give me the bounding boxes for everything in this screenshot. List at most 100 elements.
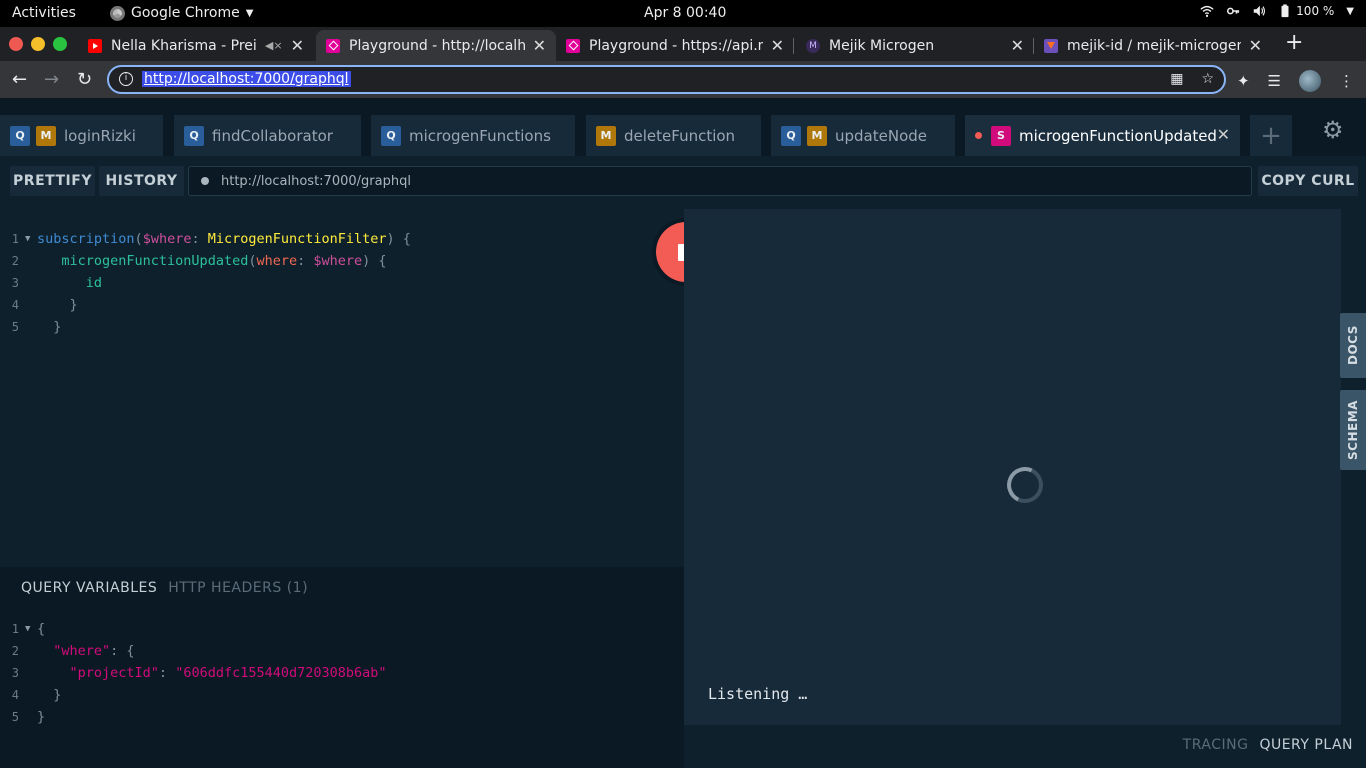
close-tab-icon[interactable]: ✕ xyxy=(291,36,304,55)
address-url[interactable]: http://localhost:7000/graphql xyxy=(142,71,351,87)
tab-findCollaborator[interactable]: Q findCollaborator xyxy=(174,115,361,156)
code-line: 3 id xyxy=(0,272,102,294)
browser-tab[interactable]: mejik-id / mejik-microgen ✕ xyxy=(1034,30,1272,61)
result-footer: TRACING QUERY PLAN xyxy=(1183,737,1353,753)
new-tab-button[interactable]: + xyxy=(1285,30,1303,55)
tab-title: updateNode xyxy=(835,126,927,145)
close-tab-icon[interactable]: ✕ xyxy=(1249,36,1262,55)
loading-spinner-icon xyxy=(1001,461,1049,509)
docs-side-tab[interactable]: DOCS xyxy=(1340,313,1366,378)
chrome-menu-icon[interactable]: ⋮ xyxy=(1339,72,1354,90)
forward-arrow-icon[interactable]: → xyxy=(44,69,59,90)
query-badge: Q xyxy=(781,125,801,146)
tab-microgenFunctionUpdated[interactable]: S microgenFunctionUpdated ✕ xyxy=(965,115,1240,156)
gitlab-icon xyxy=(1044,38,1058,53)
browser-toolbar: ← → ↻ i http://localhost:7000/graphql ▦ … xyxy=(0,61,1366,98)
system-tray[interactable]: 100 % ▼ xyxy=(1200,4,1354,18)
browser-tab-title: Playground - http://localh xyxy=(349,37,525,54)
code-line: 2 microgenFunctionUpdated(where: $where)… xyxy=(0,250,387,272)
add-tab-button[interactable]: + xyxy=(1250,115,1292,156)
line-number: 4 xyxy=(11,298,19,312)
endpoint-url: http://localhost:7000/graphql xyxy=(221,173,411,189)
query-editor[interactable]: 1 ▼ subscription($where: MicrogenFunctionF… xyxy=(0,209,684,567)
close-tab-icon[interactable]: ✕ xyxy=(1217,125,1230,144)
code-line: 4 } xyxy=(0,294,78,316)
mute-icon[interactable]: ◀× xyxy=(265,39,283,52)
minimize-window-button[interactable] xyxy=(31,37,45,51)
browser-tab[interactable]: M Mejik Microgen ✕ xyxy=(796,30,1034,61)
tab-microgenFunctions[interactable]: Q microgenFunctions xyxy=(371,115,575,156)
query-badge: Q xyxy=(10,125,30,146)
json-key: "projectId" xyxy=(69,665,159,681)
subscription-status: Listening … xyxy=(708,685,808,703)
app-menu[interactable]: Google Chrome ▼ xyxy=(110,5,253,21)
browser-tab-strip: Nella Kharisma - Prei K ◀× ✕ Playground … xyxy=(0,27,1366,61)
address-bar[interactable]: i http://localhost:7000/graphql ▦ ☆ xyxy=(107,65,1226,94)
tab-updateNode[interactable]: Q M updateNode xyxy=(771,115,955,156)
graphql-icon xyxy=(326,38,340,53)
maximize-window-button[interactable] xyxy=(53,37,67,51)
browser-tab-title: Mejik Microgen xyxy=(829,37,935,54)
profile-avatar[interactable] xyxy=(1299,70,1321,92)
close-tab-icon[interactable]: ✕ xyxy=(1011,36,1024,55)
line-number: 1 xyxy=(11,232,19,246)
qr-code-icon[interactable]: ▦ xyxy=(1170,71,1183,87)
field-token: id xyxy=(85,275,103,291)
back-arrow-icon[interactable]: ← xyxy=(12,69,27,90)
endpoint-input[interactable]: http://localhost:7000/graphql xyxy=(188,166,1252,196)
fold-arrow-icon[interactable]: ▼ xyxy=(25,234,37,244)
site-info-icon[interactable]: i xyxy=(119,72,133,86)
fold-arrow-icon[interactable]: ▼ xyxy=(25,624,37,634)
tab-query-variables[interactable]: QUERY VARIABLES xyxy=(21,580,157,596)
line-number: 3 xyxy=(11,276,19,290)
line-number: 3 xyxy=(11,666,19,680)
reload-icon[interactable]: ↻ xyxy=(77,69,92,90)
bookmark-star-icon[interactable]: ☆ xyxy=(1201,71,1214,87)
code-line: 3 "projectId": "606ddfc155440d720308b6ab… xyxy=(0,662,387,684)
tab-http-headers[interactable]: HTTP HEADERS (1) xyxy=(168,580,308,596)
mutation-badge: M xyxy=(596,125,616,146)
browser-tab-title: Playground - https://api.m xyxy=(589,37,763,54)
mejik-icon: M xyxy=(806,38,820,53)
query-plan-tab[interactable]: QUERY PLAN xyxy=(1259,737,1353,753)
unsaved-dot-icon xyxy=(975,132,982,139)
line-number: 5 xyxy=(11,710,19,724)
line-number: 2 xyxy=(11,254,19,268)
clock[interactable]: Apr 8 00:40 xyxy=(644,5,726,21)
tab-title: deleteFunction xyxy=(624,126,736,145)
caret-down-icon: ▼ xyxy=(245,7,254,19)
argument-token: where xyxy=(256,253,298,269)
battery-icon xyxy=(1281,4,1289,18)
code-line: 5 } xyxy=(0,316,62,338)
tracing-tab[interactable]: TRACING xyxy=(1183,737,1249,753)
close-tab-icon[interactable]: ✕ xyxy=(771,36,784,55)
history-button[interactable]: HISTORY xyxy=(99,166,184,196)
settings-gear-icon[interactable]: ⚙ xyxy=(1322,116,1344,144)
browser-tab[interactable]: Playground - https://api.m ✕ xyxy=(556,30,794,61)
tab-loginRizki[interactable]: Q M loginRizki xyxy=(0,115,163,156)
browser-tab[interactable]: Nella Kharisma - Prei K ◀× ✕ xyxy=(78,30,314,61)
line-number: 4 xyxy=(11,688,19,702)
activities-button[interactable]: Activities xyxy=(12,5,76,21)
close-tab-icon[interactable]: ✕ xyxy=(533,36,546,55)
app-name: Google Chrome xyxy=(131,5,240,21)
copy-curl-button[interactable]: COPY CURL xyxy=(1258,166,1358,196)
playground-toolbar: PRETTIFY HISTORY http://localhost:7000/g… xyxy=(0,156,1366,209)
youtube-icon xyxy=(88,38,102,53)
media-playlist-icon[interactable]: ☰ xyxy=(1268,72,1281,90)
tab-title: microgenFunctions xyxy=(409,126,551,145)
schema-side-tab[interactable]: SCHEMA xyxy=(1340,390,1366,470)
prettify-button[interactable]: PRETTIFY xyxy=(10,166,95,196)
extensions-puzzle-icon[interactable]: ✦ xyxy=(1237,72,1250,90)
graphql-playground: Q M loginRizki Q findCollaborator Q micr… xyxy=(0,98,1366,768)
close-window-button[interactable] xyxy=(9,37,23,51)
tab-separator xyxy=(793,38,794,54)
variables-editor[interactable]: 1 ▼{ 2 "where": { 3 "projectId": "606ddfc… xyxy=(0,618,684,738)
code-line: 5} xyxy=(0,706,45,728)
graphql-icon xyxy=(566,38,580,53)
browser-tab-active[interactable]: Playground - http://localh ✕ xyxy=(316,30,556,61)
key-icon xyxy=(1227,7,1240,15)
playground-tab-bar: Q M loginRizki Q findCollaborator Q micr… xyxy=(0,98,1366,156)
tab-deleteFunction[interactable]: M deleteFunction xyxy=(586,115,761,156)
query-badge: Q xyxy=(184,125,204,146)
